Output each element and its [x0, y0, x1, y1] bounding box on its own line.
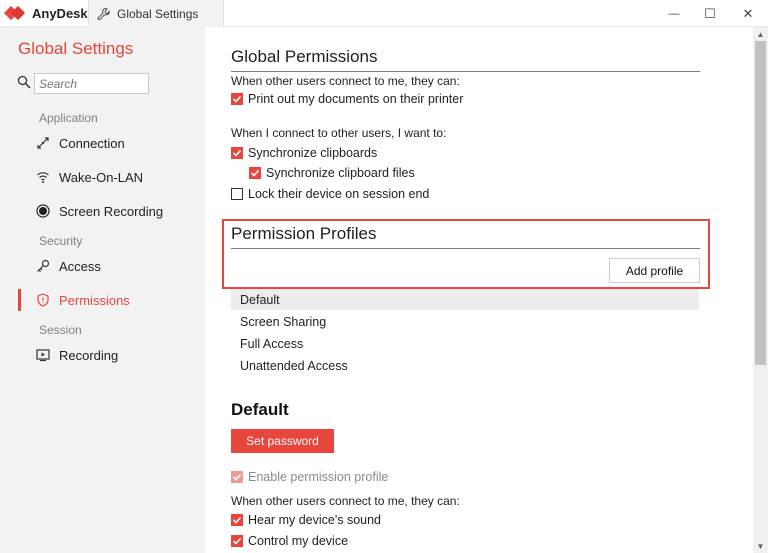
profile-incoming-label: When other users connect to me, they can… [231, 494, 460, 508]
sidebar-item-label: Access [59, 258, 101, 274]
sidebar: Global Settings Application Connection W… [0, 27, 205, 553]
app-name: AnyDesk [32, 5, 88, 21]
checkbox-label: Print out my documents on their printer [248, 92, 464, 106]
section-label-application: Application [39, 111, 98, 125]
section-divider [231, 71, 700, 72]
close-button[interactable]: ✕ [731, 0, 765, 27]
checkbox-checked-icon [249, 167, 261, 179]
section-divider [231, 248, 700, 249]
checkbox-checked-icon [231, 147, 243, 159]
scroll-up-arrow-icon[interactable]: ▲ [753, 27, 768, 41]
print-docs-checkbox[interactable]: Print out my documents on their printer [231, 92, 463, 106]
outgoing-permissions-label: When I connect to other users, I want to… [231, 126, 447, 140]
sidebar-item-connection[interactable]: Connection [18, 130, 205, 156]
minimize-icon: — [668, 7, 680, 20]
connection-icon [35, 135, 51, 151]
close-icon: ✕ [742, 5, 754, 21]
permission-profiles-title: Permission Profiles [231, 224, 377, 243]
checkbox-label: Lock their device on session end [248, 187, 430, 201]
sync-clipboard-files-checkbox[interactable]: Synchronize clipboard files [249, 166, 415, 180]
sidebar-title: Global Settings [18, 39, 134, 58]
title-bar: AnyDesk Global Settings — ☐ ✕ [0, 0, 768, 27]
sidebar-item-screen-recording[interactable]: Screen Recording [18, 198, 205, 224]
checkbox-label: Hear my device's sound [248, 513, 382, 527]
tab-label: Global Settings [117, 6, 199, 21]
incoming-permissions-label: When other users connect to me, they can… [231, 74, 460, 88]
section-label-security: Security [39, 234, 83, 248]
sidebar-item-wake-on-lan[interactable]: Wake-On-LAN [18, 164, 205, 190]
profile-item-default[interactable]: Default [231, 289, 699, 310]
checkbox-label: Synchronize clipboards [248, 146, 378, 160]
control-device-checkbox[interactable]: Control my device [231, 534, 348, 548]
profile-item-unattended-access[interactable]: Unattended Access [231, 355, 699, 376]
minimize-button[interactable]: — [657, 0, 691, 27]
sidebar-item-recording[interactable]: Recording [18, 342, 205, 368]
global-permissions-title: Global Permissions [231, 47, 378, 66]
checkbox-unchecked-icon [231, 188, 243, 200]
checkbox-disabled-checked-icon [231, 471, 243, 483]
profile-detail-title: Default [231, 400, 289, 419]
sidebar-item-label: Wake-On-LAN [59, 169, 144, 185]
checkbox-checked-icon [231, 93, 243, 105]
checkbox-checked-icon [231, 514, 243, 526]
anydesk-logo-icon [3, 5, 26, 21]
maximize-button[interactable]: ☐ [693, 0, 727, 27]
tab-global-settings[interactable]: Global Settings [88, 0, 224, 27]
play-screen-icon [35, 347, 51, 363]
profile-item-full-access[interactable]: Full Access [231, 333, 699, 354]
set-password-button[interactable]: Set password [231, 429, 334, 453]
sidebar-item-label: Permissions [59, 292, 130, 308]
enable-profile-checkbox: Enable permission profile [231, 470, 388, 484]
sidebar-item-label: Connection [59, 135, 125, 151]
sidebar-item-access[interactable]: Access [18, 253, 205, 279]
wrench-icon [97, 7, 110, 20]
profile-item-screen-sharing[interactable]: Screen Sharing [231, 311, 699, 332]
record-icon [35, 203, 51, 219]
checkbox-checked-icon [231, 535, 243, 547]
vertical-scrollbar[interactable]: ▲ ▼ [753, 27, 768, 553]
brand: AnyDesk [3, 5, 88, 21]
search-icon [17, 75, 31, 89]
checkbox-label: Control my device [248, 534, 349, 548]
sidebar-item-label: Screen Recording [59, 203, 164, 219]
checkbox-label: Enable permission profile [248, 470, 389, 484]
scroll-down-arrow-icon[interactable]: ▼ [753, 539, 768, 553]
wifi-icon [35, 169, 51, 185]
add-profile-button[interactable]: Add profile [609, 258, 700, 283]
section-label-session: Session [39, 323, 82, 337]
key-icon [35, 258, 51, 274]
sidebar-item-permissions[interactable]: Permissions [18, 287, 205, 313]
hear-sound-checkbox[interactable]: Hear my device's sound [231, 513, 381, 527]
sync-clipboards-checkbox[interactable]: Synchronize clipboards [231, 146, 377, 160]
shield-icon [35, 292, 51, 308]
main-content: Global Permissions When other users conn… [205, 27, 753, 553]
scroll-thumb[interactable] [755, 41, 766, 365]
maximize-icon: ☐ [704, 5, 716, 21]
sidebar-item-label: Recording [59, 347, 119, 363]
checkbox-label: Synchronize clipboard files [266, 166, 415, 180]
search-input[interactable] [34, 73, 149, 94]
lock-device-checkbox[interactable]: Lock their device on session end [231, 187, 429, 201]
